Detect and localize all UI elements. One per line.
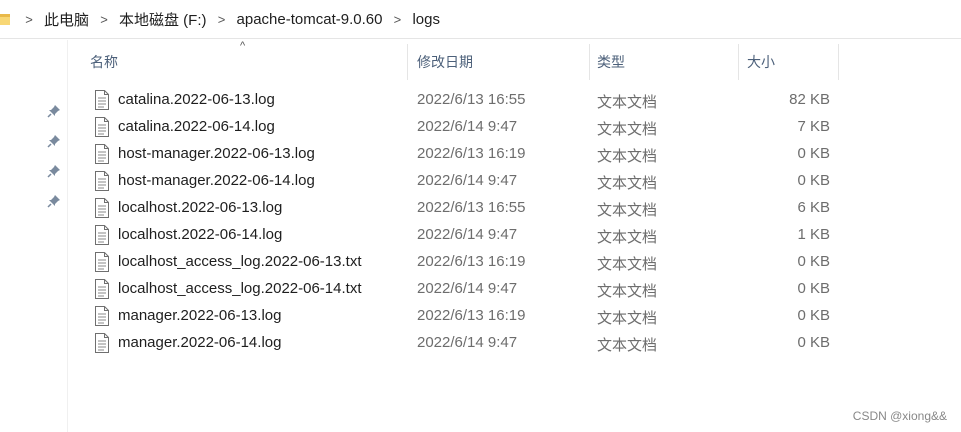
file-modified-date: 2022/6/14 9:47 xyxy=(417,334,518,351)
file-row[interactable]: localhost_access_log.2022-06-14.txt 2022/… xyxy=(82,276,842,303)
file-modified-date: 2022/6/14 9:47 xyxy=(417,280,518,297)
file-name: catalina.2022-06-14.log xyxy=(118,118,275,135)
file-name: host-manager.2022-06-13.log xyxy=(118,145,315,162)
file-row[interactable]: host-manager.2022-06-13.log 2022/6/13 16:… xyxy=(82,141,842,168)
column-header-size[interactable]: 大小 xyxy=(739,44,839,80)
file-type: 文本文档 xyxy=(597,310,658,327)
file-name: manager.2022-06-14.log xyxy=(118,334,282,351)
file-type: 文本文档 xyxy=(597,121,658,138)
file-type: 文本文档 xyxy=(597,148,658,165)
file-size: 0 KB xyxy=(797,280,830,297)
column-header-name[interactable]: 名称 xyxy=(82,44,408,80)
text-file-icon xyxy=(94,144,110,164)
text-file-icon xyxy=(94,225,110,245)
pin-icon[interactable] xyxy=(47,194,61,208)
file-row[interactable]: catalina.2022-06-13.log 2022/6/13 16:55 文本… xyxy=(82,87,842,114)
file-type: 文本文档 xyxy=(597,175,658,192)
column-header-size-label: 大小 xyxy=(747,54,775,70)
file-row[interactable]: manager.2022-06-14.log 2022/6/14 9:47 文本文档… xyxy=(82,330,842,357)
breadcrumb-apache-tomcat[interactable]: apache-tomcat-9.0.60 xyxy=(233,11,387,28)
file-type: 文本文档 xyxy=(597,94,658,111)
file-modified-date: 2022/6/13 16:19 xyxy=(417,307,526,324)
watermark: CSDN @xiong&& xyxy=(852,409,947,423)
text-file-icon xyxy=(94,279,110,299)
chevron-right-icon[interactable]: > xyxy=(93,12,115,27)
text-file-icon xyxy=(94,306,110,326)
file-name: localhost.2022-06-14.log xyxy=(118,226,283,243)
file-size: 0 KB xyxy=(797,307,830,324)
file-type: 文本文档 xyxy=(597,337,658,354)
file-row[interactable]: host-manager.2022-06-14.log 2022/6/14 9:4… xyxy=(82,168,842,195)
file-size: 1 KB xyxy=(797,226,830,243)
address-bar[interactable]: > 此电脑 > 本地磁盘 (F:) > apache-tomcat-9.0.60… xyxy=(0,0,961,39)
file-name: host-manager.2022-06-14.log xyxy=(118,172,315,189)
file-modified-date: 2022/6/14 9:47 xyxy=(417,118,518,135)
file-name: localhost_access_log.2022-06-13.txt xyxy=(118,253,362,270)
file-modified-date: 2022/6/14 9:47 xyxy=(417,226,518,243)
column-header-name-label: 名称 xyxy=(90,54,118,70)
file-size: 0 KB xyxy=(797,172,830,189)
pin-icon[interactable] xyxy=(47,134,61,148)
text-file-icon xyxy=(94,198,110,218)
breadcrumb-local-disk-f[interactable]: 本地磁盘 (F:) xyxy=(115,9,211,30)
file-row[interactable]: localhost_access_log.2022-06-13.txt 2022/… xyxy=(82,249,842,276)
chevron-right-icon[interactable]: > xyxy=(386,12,408,27)
file-size: 82 KB xyxy=(789,91,830,108)
file-type: 文本文档 xyxy=(597,283,658,300)
file-size: 0 KB xyxy=(797,145,830,162)
file-row[interactable]: localhost.2022-06-14.log 2022/6/14 9:47 文本… xyxy=(82,222,842,249)
file-type: 文本文档 xyxy=(597,202,658,219)
text-file-icon xyxy=(94,333,110,353)
column-header-type-label: 类型 xyxy=(597,54,625,70)
pin-icon[interactable] xyxy=(47,164,61,178)
column-header-type[interactable]: 类型 xyxy=(589,44,739,80)
file-modified-date: 2022/6/13 16:19 xyxy=(417,145,526,162)
file-name: localhost_access_log.2022-06-14.txt xyxy=(118,280,362,297)
file-type: 文本文档 xyxy=(597,229,658,246)
file-type: 文本文档 xyxy=(597,256,658,273)
file-size: 0 KB xyxy=(797,253,830,270)
file-row[interactable]: manager.2022-06-13.log 2022/6/13 16:19 文本文… xyxy=(82,303,842,330)
file-size: 6 KB xyxy=(797,199,830,216)
folder-icon xyxy=(0,12,10,26)
navigation-pane[interactable] xyxy=(0,40,68,432)
file-modified-date: 2022/6/14 9:47 xyxy=(417,172,518,189)
column-header-date[interactable]: 修改日期 xyxy=(409,44,590,80)
file-name: manager.2022-06-13.log xyxy=(118,307,282,324)
file-name: localhost.2022-06-13.log xyxy=(118,199,283,216)
breadcrumb-logs[interactable]: logs xyxy=(408,11,444,28)
text-file-icon xyxy=(94,90,110,110)
text-file-icon xyxy=(94,252,110,272)
pin-icon[interactable] xyxy=(47,104,61,118)
file-list[interactable]: catalina.2022-06-13.log 2022/6/13 16:55 文本… xyxy=(82,87,842,357)
text-file-icon xyxy=(94,117,110,137)
file-modified-date: 2022/6/13 16:19 xyxy=(417,253,526,270)
file-modified-date: 2022/6/13 16:55 xyxy=(417,91,526,108)
column-header-date-label: 修改日期 xyxy=(417,54,473,70)
chevron-right-icon[interactable]: > xyxy=(211,12,233,27)
text-file-icon xyxy=(94,171,110,191)
chevron-right-icon[interactable]: > xyxy=(18,12,40,27)
file-size: 7 KB xyxy=(797,118,830,135)
file-size: 0 KB xyxy=(797,334,830,351)
file-modified-date: 2022/6/13 16:55 xyxy=(417,199,526,216)
file-name: catalina.2022-06-13.log xyxy=(118,91,275,108)
file-row[interactable]: catalina.2022-06-14.log 2022/6/14 9:47 文本文… xyxy=(82,114,842,141)
file-row[interactable]: localhost.2022-06-13.log 2022/6/13 16:55 文… xyxy=(82,195,842,222)
breadcrumb-this-pc[interactable]: 此电脑 xyxy=(40,9,93,30)
